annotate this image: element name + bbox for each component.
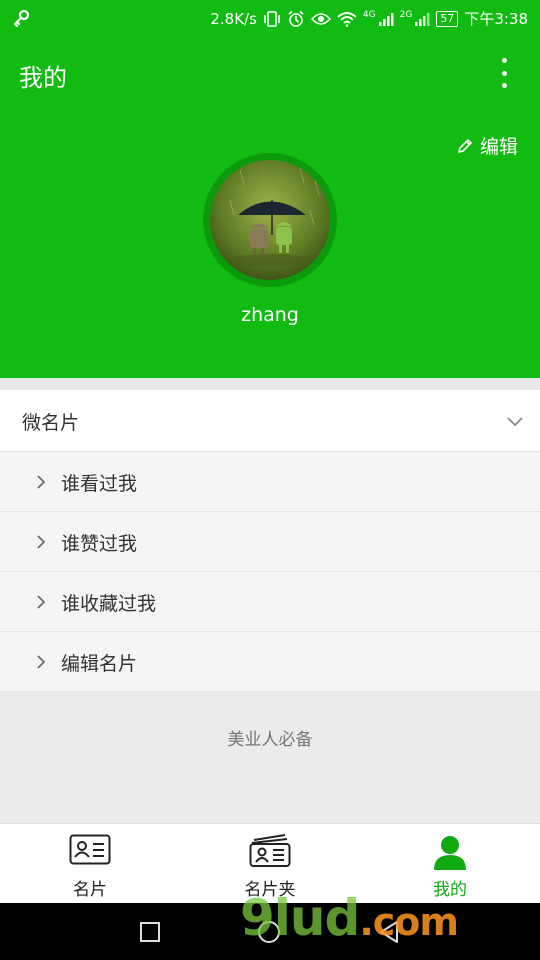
page-title: 我的 [19,64,67,92]
tab-business-card[interactable]: 名片 [0,824,180,904]
menu-item-edit-card[interactable]: 编辑名片 [0,632,540,692]
section-divider [0,378,540,390]
chevron-down-icon [507,417,523,427]
alarm-icon [288,10,304,27]
chevron-right-icon [37,595,46,609]
watermark: 9lud.com [240,889,459,947]
tab-label: 名片 [73,880,107,900]
person-icon [434,836,466,870]
profile-header: 我的 编辑 zhang [0,36,540,378]
card-holder-icon [249,834,291,867]
dot [501,83,507,88]
status-bar: 2.8K/s 4G 2G 57 下午3:38 [0,0,540,36]
chevron-right-icon [37,655,46,669]
watermark-suffix: .com [359,900,459,944]
menu-item-who-viewed-me[interactable]: 谁看过我 [0,452,540,512]
android-umbrella-image [210,160,330,280]
network-type-2: 2G [399,9,413,20]
dot [501,58,507,63]
status-right: 2.8K/s 4G 2G 57 下午3:38 [210,8,528,29]
watermark-main: 9lud [240,889,360,947]
pencil-icon [458,138,472,153]
status-time: 下午3:38 [464,10,528,28]
menu-item-label: 谁看过我 [61,473,138,495]
section-title: 微名片 [22,412,80,434]
chevron-right-icon [37,475,46,489]
edit-label: 编辑 [479,136,518,158]
avatar-image [210,160,330,280]
footer-area: 美业人必备 [0,692,540,823]
wifi-icon [337,11,357,27]
menu-item-label: 谁收藏过我 [61,593,157,615]
id-card-icon [69,834,111,865]
menu-item-who-saved-me[interactable]: 谁收藏过我 [0,572,540,632]
dot [501,70,507,76]
menu-item-who-liked-me[interactable]: 谁赞过我 [0,512,540,572]
chevron-right-icon [37,535,46,549]
recent-apps-icon[interactable] [139,921,161,943]
menu-item-label: 谁赞过我 [61,533,138,555]
menu-item-label: 编辑名片 [61,653,138,675]
more-options-button[interactable] [492,56,516,90]
key-icon [13,9,30,27]
micro-card-section-header[interactable]: 微名片 [0,390,540,452]
eye-icon [310,12,331,25]
battery-level: 57 [436,10,459,27]
username: zhang [241,304,299,326]
signal-icon-2 [415,12,430,26]
slogan: 美业人必备 [227,730,313,750]
avatar[interactable] [203,153,337,287]
signal-icon [378,12,394,26]
edit-profile-button[interactable]: 编辑 [456,132,518,159]
network-speed: 2.8K/s [210,9,257,28]
vibrate-icon [264,10,280,27]
network-type-1: 4G [362,9,376,20]
